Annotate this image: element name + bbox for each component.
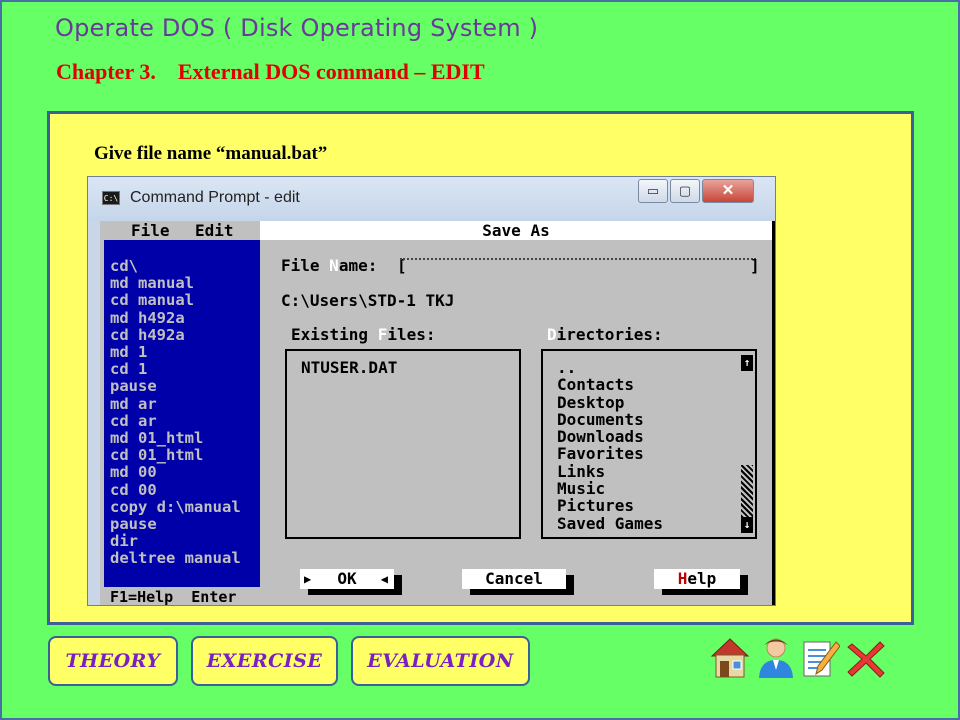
directory-item[interactable]: .. [557,359,663,377]
editor-line: md manual [110,274,194,293]
scroll-track[interactable] [741,465,753,517]
editor-line: cd manual [110,291,194,310]
editor-line: dir [110,532,138,551]
directory-item[interactable]: Music [557,480,663,498]
window-title: Command Prompt - edit [130,189,300,206]
editor-text: cd\ md manual cd manual md h492a cd h492a md … [110,257,241,568]
content-panel: Give file name “manual.bat” C:\ Command … [47,111,914,625]
directory-item[interactable]: Links [557,462,663,480]
right-pointer-icon: ◀ [380,572,388,586]
scroll-down-icon[interactable]: ↓ [741,517,753,533]
directories-label: Directories: [547,325,663,344]
notepad-icon[interactable] [800,636,840,680]
chapter-number: Chapter 3. [56,59,156,84]
theory-button[interactable]: THEORY [48,636,178,686]
ok-button[interactable]: ▶ OK ◀ [300,569,394,589]
menu-file[interactable]: File [131,221,170,240]
instruction-text: Give file name “manual.bat” [94,143,328,164]
maximize-button[interactable]: ▢ [670,179,700,203]
close-window-button[interactable]: ✕ [702,179,754,203]
directories-list[interactable]: .. Contacts Desktop Documents Downloads Favor… [541,349,757,539]
menu-edit[interactable]: Edit [195,221,234,240]
cmd-icon: C:\ [102,191,120,205]
files-list[interactable]: NTUSER.DAT [285,349,521,539]
editor-line: md h492a [110,308,185,327]
file-item[interactable]: NTUSER.DAT [301,359,397,377]
editor-line: pause [110,377,157,396]
directory-item[interactable]: Pictures [557,497,663,515]
file-name-label: File Name: [281,256,387,275]
directory-item[interactable]: Contacts [557,376,663,394]
editor-area[interactable]: cd\ md manual cd manual md h492a cd h492a md … [100,240,260,605]
command-prompt-window: C:\ Command Prompt - edit ▭ ▢ ✕ File Edi… [87,176,776,606]
directory-item[interactable]: Downloads [557,428,663,446]
minimize-button[interactable]: ▭ [638,179,668,203]
page-title: Operate DOS ( Disk Operating System ) [55,14,539,42]
editor-line: md ar [110,394,157,413]
dos-console: File Edit cd\ md manual cd manual md h492a c… [100,221,775,605]
chapter-topic: External DOS command – EDIT [177,59,485,84]
editor-line: cd ar [110,411,157,430]
editor-line: cd 1 [110,360,148,379]
editor-line: md 1 [110,343,148,362]
window-titlebar[interactable]: C:\ Command Prompt - edit ▭ ▢ ✕ [88,177,775,221]
existing-files-label: Existing Files: [291,325,436,344]
cancel-button[interactable]: Cancel [462,569,566,589]
editor-line: md 00 [110,463,157,482]
editor-line: cd\ [110,257,138,275]
editor-line: cd 00 [110,480,157,499]
chapter-heading: Chapter 3. External DOS command – EDIT [56,59,485,85]
home-icon[interactable] [710,636,750,680]
scroll-up-icon[interactable]: ↑ [741,355,753,371]
directory-item[interactable]: Favorites [557,445,663,463]
field-bracket-right: ] [750,256,760,275]
directory-item[interactable]: Desktop [557,393,663,411]
directory-item[interactable]: Saved Games [557,514,663,532]
editor-status-bar: F1=Help Enter [100,587,260,605]
editor-line: pause [110,515,157,534]
editor-line: deltree manual [110,549,241,568]
close-icon[interactable] [846,636,886,680]
directory-item[interactable]: Documents [557,411,663,429]
editor-line: cd h492a [110,325,185,344]
editor-line: md 01_html [110,429,204,448]
exercise-button[interactable]: EXERCISE [191,636,338,686]
user-icon[interactable] [756,636,796,680]
dialog-title: Save As [260,221,772,240]
help-button[interactable]: Help [654,569,740,589]
file-name-input[interactable] [400,258,756,272]
current-path: C:\Users\STD-1 TKJ [281,291,455,310]
edit-menubar: File Edit [100,221,260,240]
left-pointer-icon: ▶ [304,572,312,586]
editor-line: cd 01_html [110,446,204,465]
editor-line: copy d:\manual [110,497,241,516]
evaluation-button[interactable]: EVALUATION [351,636,530,686]
save-as-dialog: Save As File Name: [ ] C:\Users\STD-1 TK… [260,221,772,605]
directories-scrollbar[interactable]: ↑ ↓ [741,355,753,533]
